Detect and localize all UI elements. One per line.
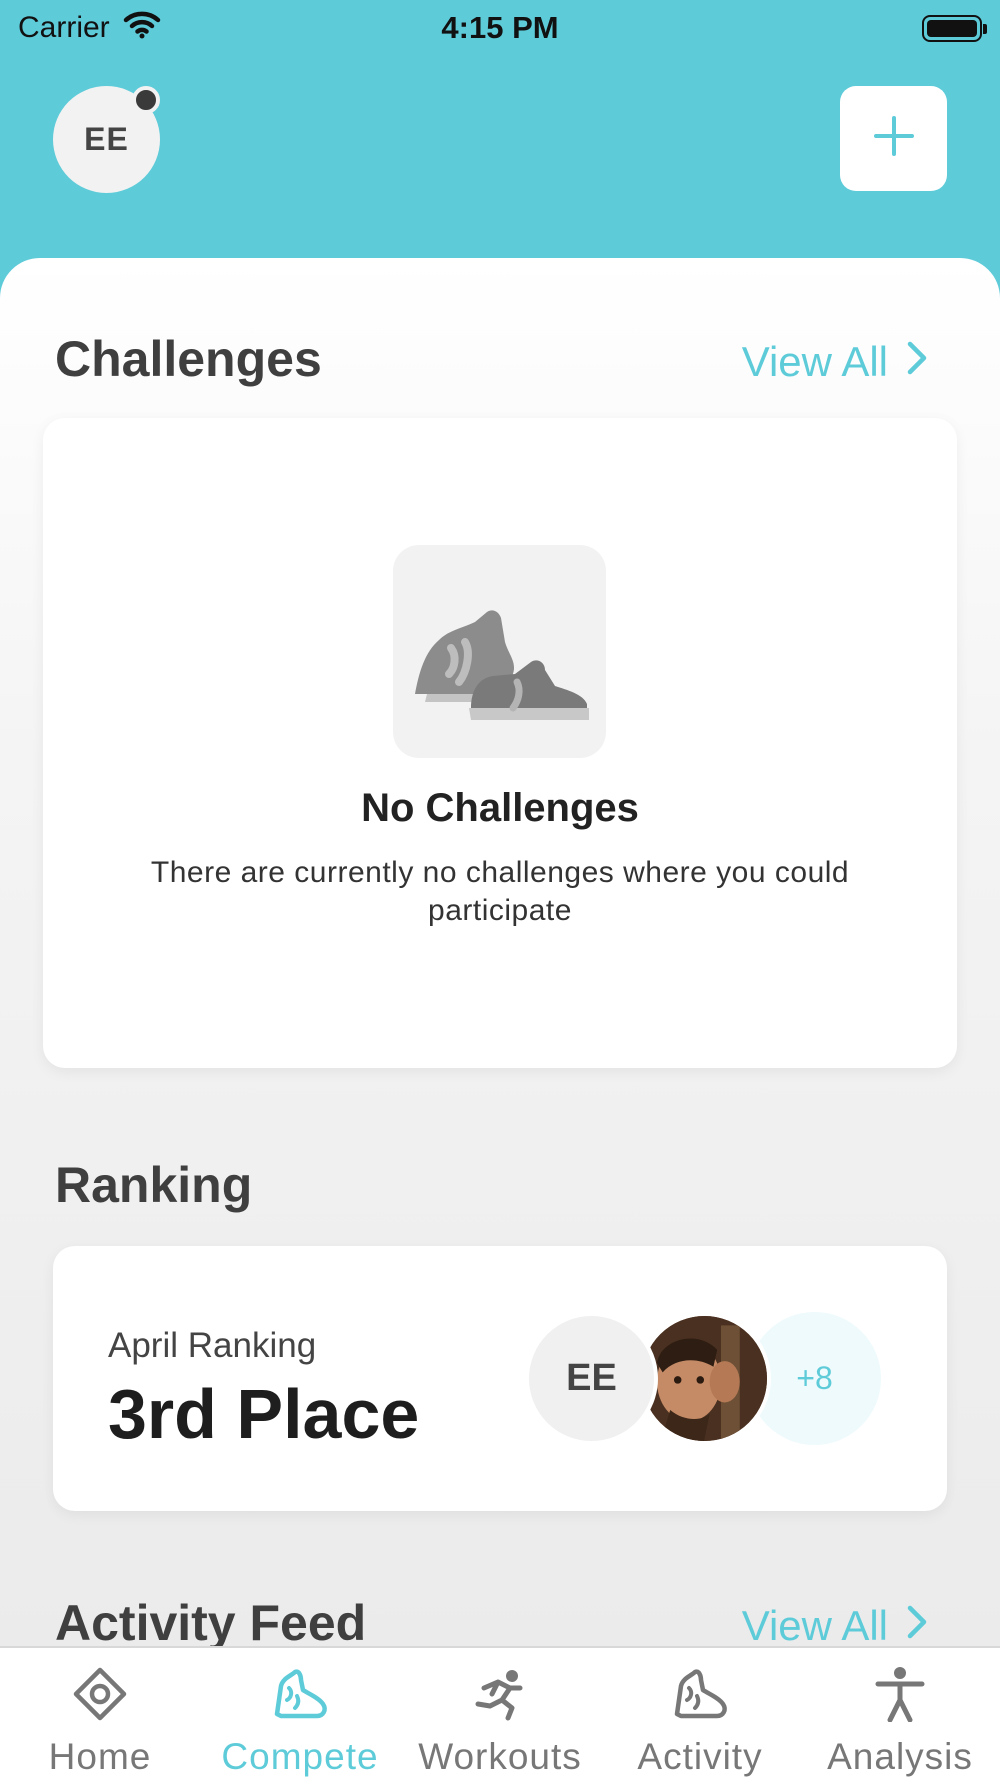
sneakers-icon <box>414 609 589 720</box>
ranking-period-label: April Ranking <box>108 1326 317 1365</box>
sneaker-outline-icon <box>671 1666 729 1722</box>
challenges-view-all-link[interactable]: View All <box>742 338 928 386</box>
status-left: Carrier <box>18 9 162 47</box>
activity-feed-title: Activity Feed <box>55 1595 367 1648</box>
empty-state-text: There are currently no challenges where … <box>150 856 850 927</box>
battery-icon <box>922 14 987 42</box>
tab-label: Workouts <box>418 1736 582 1777</box>
ranking-card[interactable]: April Ranking 3rd Place EE +8 <box>53 1246 947 1511</box>
plus-icon <box>872 114 916 163</box>
tab-label: Activity <box>637 1736 763 1777</box>
ranking-title: Ranking <box>55 1157 253 1213</box>
challenges-card: No Challenges There are currently no cha… <box>43 418 957 1068</box>
chevron-right-icon <box>906 1602 928 1648</box>
content-sheet: Challenges View All No Challenges There … <box>0 258 1000 1648</box>
carrier-label: Carrier <box>18 11 110 44</box>
notification-dot <box>132 86 160 114</box>
view-all-label: View All <box>741 1602 888 1648</box>
tab-compete[interactable]: Compete <box>200 1648 400 1778</box>
empty-state-title: No Challenges <box>361 786 639 830</box>
tab-activity[interactable]: Activity <box>600 1648 800 1778</box>
sneaker-icon <box>271 1666 329 1722</box>
home-icon <box>72 1666 128 1722</box>
tab-bar: Home Compete Workouts Activity Analysis <box>0 1646 1000 1778</box>
tab-analysis[interactable]: Analysis <box>800 1648 1000 1778</box>
view-all-label: View All <box>741 338 888 385</box>
add-button[interactable] <box>840 86 947 191</box>
tab-label: Compete <box>221 1736 379 1777</box>
status-bar: Carrier 4:15 PM <box>0 0 1000 56</box>
avatar-initials: EE <box>84 121 129 157</box>
chevron-right-icon <box>906 338 928 386</box>
more-count-label: +8 <box>796 1360 833 1396</box>
tab-label: Home <box>48 1736 152 1777</box>
sneakers-illustration <box>393 545 606 758</box>
wifi-icon <box>122 9 162 47</box>
ranking-place: 3rd Place <box>108 1375 420 1453</box>
activity-feed-view-all-link[interactable]: View All <box>742 1602 928 1648</box>
person-icon <box>872 1666 928 1722</box>
tab-label: Analysis <box>827 1736 973 1777</box>
tab-home[interactable]: Home <box>0 1648 200 1778</box>
tab-workouts[interactable]: Workouts <box>400 1648 600 1778</box>
ranking-user-avatar: EE <box>525 1312 658 1445</box>
profile-avatar[interactable]: EE <box>53 86 160 193</box>
ranking-avatar-initials: EE <box>566 1357 617 1399</box>
runner-icon <box>472 1666 528 1722</box>
challenges-title: Challenges <box>55 331 322 387</box>
